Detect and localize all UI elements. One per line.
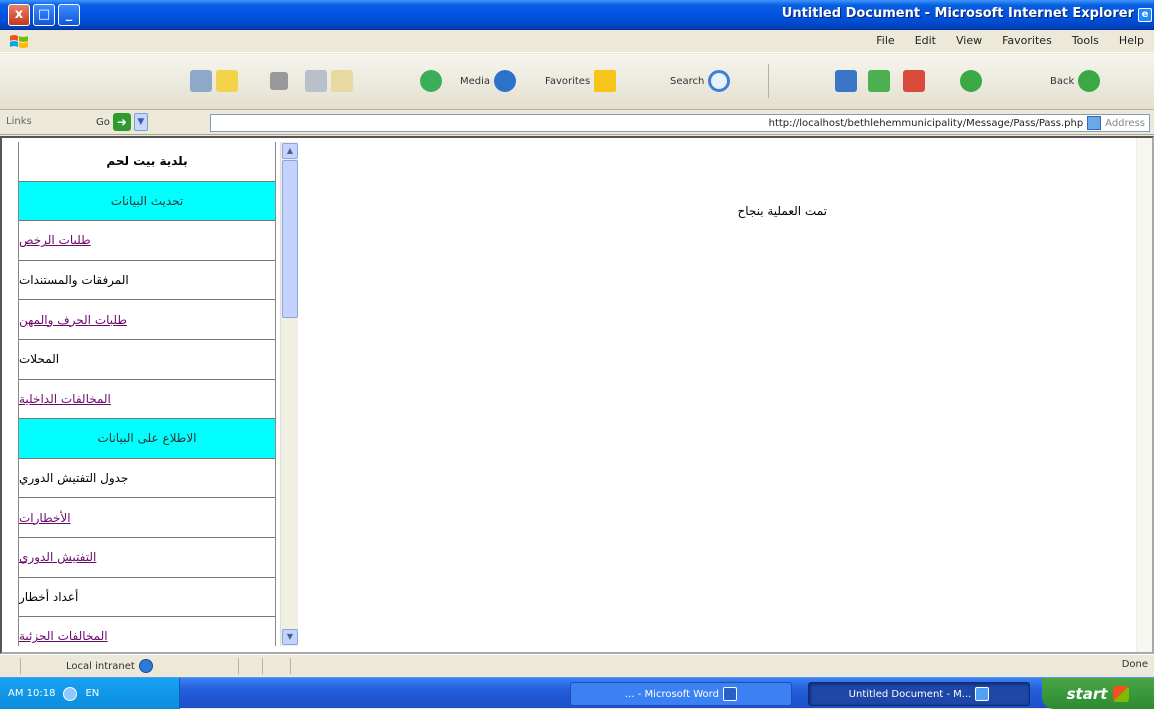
ie-icon: e bbox=[1138, 8, 1152, 22]
minimize-button[interactable]: _ bbox=[58, 4, 80, 26]
history-icon bbox=[420, 70, 442, 92]
success-message: تمت العملية بنجاح bbox=[737, 204, 827, 218]
nav-item-9[interactable]: الأخطارات bbox=[19, 498, 275, 538]
menu-help[interactable]: Help bbox=[1119, 34, 1144, 47]
clock: AM 10:18 bbox=[8, 688, 56, 699]
go-label: Go bbox=[96, 116, 110, 128]
home-icon bbox=[835, 70, 857, 92]
nav-list: بلدية بيت لحم تحديث البيانات طلبات الرخص ال… bbox=[18, 142, 276, 646]
favorites-label: Favorites bbox=[545, 75, 591, 87]
maximize-button[interactable]: □ bbox=[33, 4, 55, 26]
nav-item-1: تحديث البيانات bbox=[19, 181, 275, 222]
toolbar: Media Favorites Search Back bbox=[0, 54, 1154, 110]
search-button[interactable]: Search bbox=[670, 66, 731, 96]
scroll-up-icon[interactable]: ▲ bbox=[282, 143, 298, 159]
nav-frame: بلدية بيت لحم تحديث البيانات طلبات الرخص ال… bbox=[12, 142, 302, 646]
back-label: Back bbox=[1050, 75, 1075, 87]
print-icon bbox=[305, 70, 327, 92]
address-dropdown-icon[interactable]: ▼ bbox=[133, 113, 148, 131]
system-tray: AM 10:18 EN bbox=[0, 678, 180, 709]
media-icon bbox=[494, 70, 517, 92]
task-ie[interactable]: Untitled Document - M... bbox=[808, 682, 1030, 706]
task-ie-label: Untitled Document - M... bbox=[848, 688, 972, 700]
address-input[interactable]: http://localhost/bethlehemmunicipality/M… bbox=[210, 114, 1150, 132]
page-content: بلدية بيت لحم تحديث البيانات طلبات الرخص ال… bbox=[0, 136, 1154, 654]
edit-icon bbox=[190, 70, 212, 92]
menu-bar: Help Tools Favorites View Edit File bbox=[0, 31, 1154, 53]
back-button[interactable]: Back bbox=[1050, 66, 1101, 96]
discuss-button[interactable] bbox=[270, 66, 288, 96]
scroll-thumb[interactable] bbox=[282, 160, 298, 318]
nav-item-3[interactable]: المرفقات والمستندات bbox=[19, 261, 275, 301]
nav-item-5[interactable]: المحلات bbox=[19, 340, 275, 380]
taskbar: AM 10:18 EN ... - Microsoft Word Untitle… bbox=[0, 677, 1154, 709]
menu-edit[interactable]: Edit bbox=[915, 34, 936, 47]
favorites-button[interactable]: Favorites bbox=[545, 66, 617, 96]
address-label: Address bbox=[1105, 117, 1145, 129]
search-icon bbox=[708, 70, 731, 92]
scroll-down-icon[interactable]: ▼ bbox=[282, 629, 298, 645]
forward-icon bbox=[960, 70, 982, 92]
zone-label: Local intranet bbox=[66, 660, 135, 672]
home-button[interactable] bbox=[835, 66, 857, 96]
language-indicator[interactable]: EN bbox=[85, 688, 99, 699]
links-label[interactable]: Links bbox=[6, 116, 32, 127]
task-word-label: ... - Microsoft Word bbox=[625, 688, 719, 700]
refresh-icon bbox=[868, 70, 890, 92]
print-button[interactable] bbox=[305, 66, 353, 96]
back-icon bbox=[1078, 70, 1101, 92]
security-zone: Local intranet bbox=[66, 659, 153, 673]
media-button[interactable]: Media bbox=[460, 66, 517, 96]
mail-icon bbox=[331, 70, 353, 92]
star-icon bbox=[594, 70, 617, 92]
refresh-button[interactable] bbox=[868, 66, 890, 96]
nav-item-12[interactable]: المخالفات الجزئية bbox=[19, 617, 275, 646]
word-icon bbox=[722, 687, 737, 701]
nav-item-8[interactable]: جدول التفتيش الدوري bbox=[19, 459, 275, 499]
nav-item-2[interactable]: طلبات الرخص bbox=[19, 221, 275, 261]
nav-item-0: بلدية بيت لحم bbox=[19, 142, 275, 182]
media-label: Media bbox=[460, 75, 491, 87]
nav-item-6[interactable]: المخالفات الداخلية bbox=[19, 380, 275, 420]
status-bar: Local intranet Done bbox=[0, 654, 1154, 676]
status-done: Done bbox=[1121, 659, 1148, 670]
nav-scrollbar[interactable]: ▲ ▼ bbox=[280, 142, 298, 646]
discuss-icon bbox=[270, 72, 288, 90]
task-word[interactable]: ... - Microsoft Word bbox=[570, 682, 792, 706]
start-button[interactable]: start bbox=[1042, 678, 1154, 709]
close-button[interactable]: x bbox=[8, 4, 30, 26]
go-button[interactable]: Go ➜ ▼ bbox=[96, 113, 148, 131]
start-flag-icon bbox=[1113, 685, 1130, 702]
start-label: start bbox=[1066, 684, 1108, 703]
search-label: Search bbox=[670, 75, 705, 87]
ie-task-icon bbox=[975, 687, 990, 701]
menu-tools[interactable]: Tools bbox=[1072, 34, 1099, 47]
url-text[interactable]: http://localhost/bethlehemmunicipality/M… bbox=[769, 118, 1084, 129]
nav-item-11[interactable]: أعداد أخطار bbox=[19, 578, 275, 618]
address-bar: Links Go ➜ ▼ http://localhost/bethlehemm… bbox=[0, 111, 1154, 135]
menu-view[interactable]: View bbox=[956, 34, 982, 47]
stop-button[interactable] bbox=[903, 66, 925, 96]
menu-file[interactable]: File bbox=[876, 34, 894, 47]
stop-icon bbox=[903, 70, 925, 92]
history-button[interactable] bbox=[420, 66, 442, 96]
title-bar: x □ _ Untitled Document - Microsoft Inte… bbox=[0, 0, 1154, 30]
go-arrow-icon: ➜ bbox=[112, 113, 131, 131]
window-title: Untitled Document - Microsoft Internet E… bbox=[781, 6, 1134, 21]
nav-item-10[interactable]: التفتيش الدوري bbox=[19, 538, 275, 578]
network-icon[interactable] bbox=[63, 686, 78, 701]
page-icon bbox=[1087, 116, 1102, 130]
page-scrollbar[interactable] bbox=[1136, 138, 1152, 652]
nav-item-4[interactable]: طلبات الحرف والمهن bbox=[19, 300, 275, 340]
forward-button[interactable] bbox=[960, 66, 982, 96]
edit-button[interactable] bbox=[190, 66, 238, 96]
nav-item-7: الاطلاع على البيانات bbox=[19, 419, 275, 459]
folder-icon bbox=[216, 70, 238, 92]
windows-flag-icon bbox=[10, 35, 28, 48]
intranet-icon bbox=[138, 659, 153, 673]
menu-favorites[interactable]: Favorites bbox=[1002, 34, 1052, 47]
